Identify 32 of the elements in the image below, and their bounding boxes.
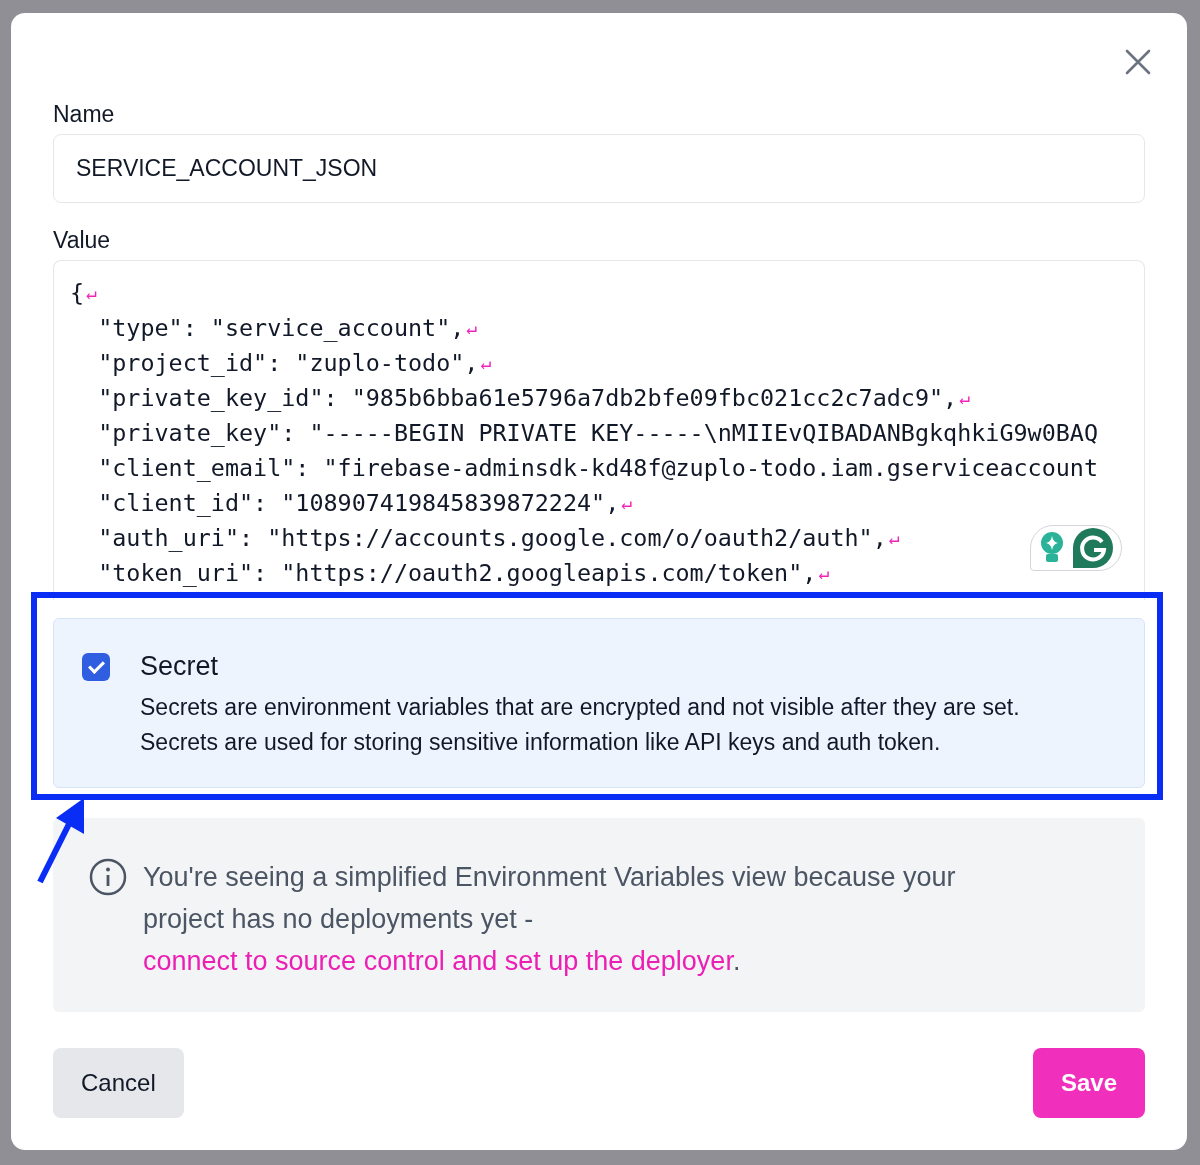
code-line: "client_id": "108907419845839872224",	[97, 488, 620, 517]
checkbox[interactable]	[82, 653, 110, 681]
line-break-mark: ↵	[888, 527, 900, 548]
notice-text: You're seeing a simplified Environment Variables view because your project has no deployments yet - connect to source control and set up the deployer.	[143, 861, 957, 978]
secret-description: Secrets are environment variables that are encrypted and not visible after they are set. Secrets are used for storing sensitive information like API keys and auth token.	[140, 693, 1021, 757]
setup-link[interactable]: connect to source control and set up the deployer	[143, 946, 733, 976]
code-line: "private_key": "-----BEGIN PRIVATE KEY-----\nMIIEvQIBADANBgkqhkiG9w0BAQ	[97, 418, 1098, 447]
code-line: "client_email": "firebase-adminsdk-kd48f@zuplo-todo.iam.gserviceaccount	[97, 453, 1098, 482]
line-break-mark: ↵	[959, 387, 971, 408]
field-label: Value	[53, 227, 111, 254]
line-break-mark: ↵	[86, 282, 97, 303]
name-field[interactable]: SERVICE_ACCOUNT_JSON	[53, 134, 1145, 203]
value-field[interactable]	[53, 260, 1145, 600]
info-icon	[89, 858, 127, 896]
line-break-mark: ↵	[466, 317, 478, 338]
line-break-mark: ↵	[480, 352, 492, 373]
assistant-widget[interactable]	[1030, 525, 1122, 571]
lightbulb-icon[interactable]	[1039, 531, 1065, 565]
line-break-mark: ↵	[818, 562, 830, 583]
line-break-mark: ↵	[621, 492, 633, 513]
code-line: "project_id": "zuplo-todo",	[97, 348, 479, 377]
close-icon[interactable]	[1125, 49, 1151, 75]
code-line: {	[70, 278, 85, 307]
code-line: "type": "service_account",	[97, 313, 465, 342]
save-button[interactable]: Save	[1032, 1048, 1145, 1118]
secret-label: Secret	[140, 651, 219, 682]
code-line: "auth_uri": "https://accounts.google.com/o/oauth2/auth",	[97, 523, 887, 552]
code-line: "token_uri": "https://oauth2.googleapis.com/token",	[97, 558, 817, 587]
assistant-icon[interactable]	[1073, 528, 1113, 568]
field-label: Name	[53, 101, 115, 128]
code-line: "private_key_id": "985b6bba61e5796a7db2bfe09fbc021cc2c7adc9",	[97, 383, 958, 412]
cancel-button[interactable]: Cancel	[53, 1048, 184, 1118]
